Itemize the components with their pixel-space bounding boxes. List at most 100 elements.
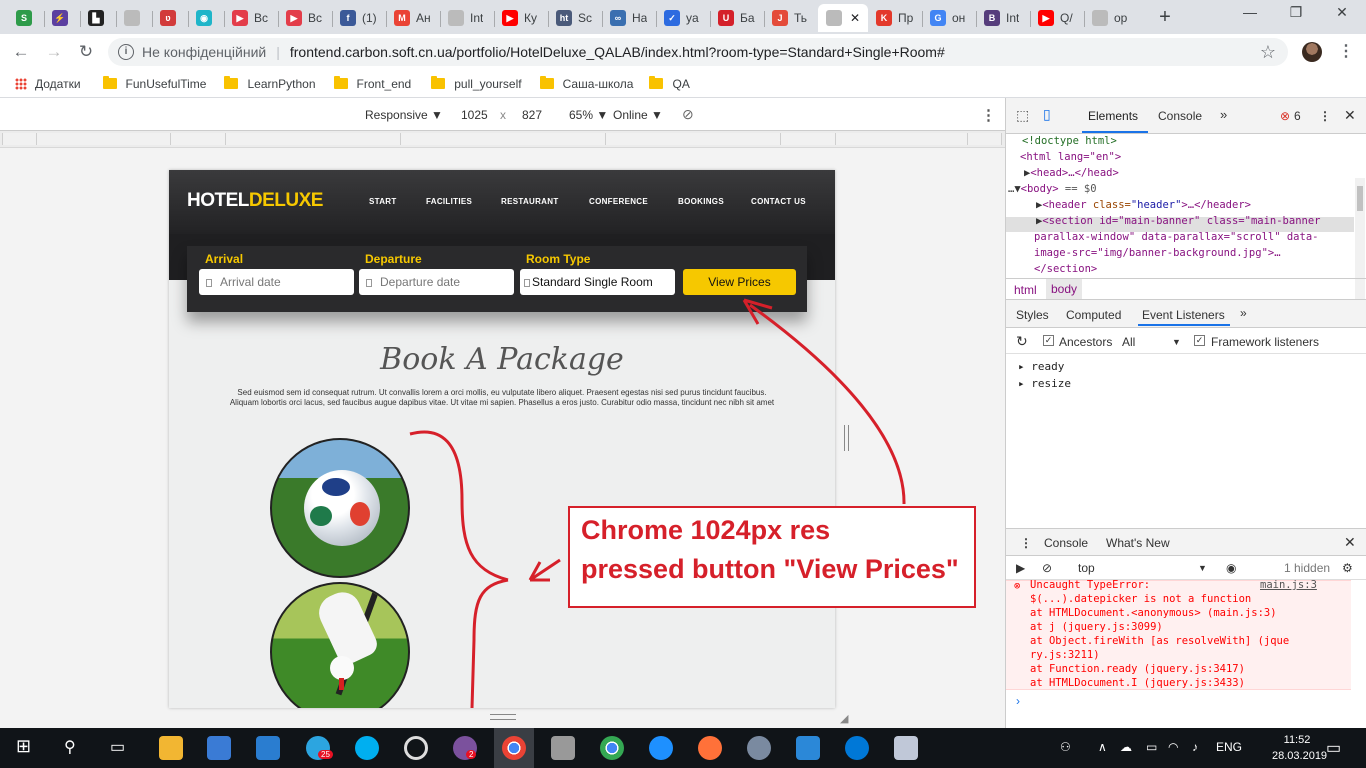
chevron-down-icon[interactable]: ▼ xyxy=(1172,337,1181,347)
console-settings-icon[interactable]: ⚙ xyxy=(1342,561,1353,575)
tab-elements[interactable]: Elements xyxy=(1088,109,1138,123)
doctype-node[interactable]: <!doctype html> xyxy=(1022,133,1117,149)
site-info-icon[interactable]: i xyxy=(118,44,134,60)
viewport-width-input[interactable]: 1025 xyxy=(461,108,488,122)
tray-expand-icon[interactable]: ∧ xyxy=(1098,740,1107,754)
browser-tab[interactable]: J Ть xyxy=(764,4,818,32)
more-sidebar-tabs-icon[interactable]: » xyxy=(1240,306,1247,320)
minimize-button[interactable]: — xyxy=(1230,4,1270,26)
golf-package-image[interactable] xyxy=(270,582,410,708)
clear-console-icon[interactable]: ⊘ xyxy=(1042,561,1052,575)
bookmark-folder[interactable]: Саша-школа xyxy=(539,76,633,91)
crumb-body[interactable]: body xyxy=(1046,279,1083,299)
room-type-select[interactable]: Standard Single Room xyxy=(520,269,675,295)
listener-ready[interactable]: ▸ ready xyxy=(1018,360,1064,373)
notifications-icon[interactable]: ▭ xyxy=(1326,738,1341,758)
viewport-bottom-resize-handle[interactable] xyxy=(490,714,516,720)
zoom-select[interactable]: 65% ▼ xyxy=(569,108,608,122)
bookmark-folder[interactable]: QA xyxy=(649,76,690,91)
store-icon[interactable] xyxy=(207,736,231,760)
browser-tab[interactable]: Gон xyxy=(922,4,976,32)
chevron-down-icon[interactable]: ▼ xyxy=(1198,563,1207,573)
viewport-right-resize-handle[interactable] xyxy=(844,425,849,451)
browser-tab[interactable]: ⚡ xyxy=(44,4,80,32)
reload-button[interactable]: ↻ xyxy=(75,41,97,63)
language-indicator[interactable]: ENG xyxy=(1216,740,1242,754)
forward-button[interactable]: → xyxy=(43,41,65,63)
crumb-html[interactable]: html xyxy=(1014,283,1037,297)
browser-tab[interactable]: ◉ xyxy=(188,4,224,32)
close-window-button[interactable]: ✕ xyxy=(1322,4,1362,26)
nav-start[interactable]: START xyxy=(369,197,397,206)
listener-resize[interactable]: ▸ resize xyxy=(1018,377,1071,390)
close-drawer-icon[interactable]: ✕ xyxy=(1344,534,1356,551)
start-windows-icon[interactable]: ⊞ xyxy=(16,736,31,757)
arrival-date-input[interactable]: Arrival date xyxy=(199,269,354,295)
sidebar-toggle-icon[interactable]: ▶ xyxy=(1016,561,1025,575)
battery-icon[interactable]: ▭ xyxy=(1146,740,1157,754)
task-view-icon[interactable]: ▭ xyxy=(110,737,125,757)
paint-icon[interactable] xyxy=(894,736,918,760)
device-mode-select[interactable]: Responsive ▼ xyxy=(365,108,443,122)
browser-tab[interactable]: M Ан xyxy=(386,4,440,32)
bookmark-folder[interactable]: Front_end xyxy=(333,76,411,91)
error-badge-icon[interactable]: ⊗ xyxy=(1280,109,1290,123)
browser-tab[interactable]: U Ба xyxy=(710,4,764,32)
network-throttle-select[interactable]: Online ▼ xyxy=(613,108,663,122)
header-node[interactable]: ▶<header class="header">…</header> xyxy=(1036,197,1251,213)
browser-tab[interactable]: ✓ ya xyxy=(656,4,710,32)
bookmark-apps[interactable]: Додатки xyxy=(15,77,81,91)
nav-contact-us[interactable]: CONTACT US xyxy=(751,197,806,206)
site-logo[interactable]: HOTELDELUXE xyxy=(187,190,323,212)
browser-tab[interactable]: ▶ Ку xyxy=(494,4,548,32)
app-icon[interactable] xyxy=(551,736,575,760)
browser-tab[interactable]: ∞ На xyxy=(602,4,656,32)
close-tab-icon[interactable]: ✕ xyxy=(850,11,860,25)
maximize-button[interactable]: ❐ xyxy=(1276,4,1316,26)
device-more-icon[interactable]: ⋮ xyxy=(981,106,996,124)
browser-tab[interactable]: ▶ Вс xyxy=(278,4,332,32)
back-button[interactable]: ← xyxy=(10,41,32,63)
browser-tab[interactable]: f (1) xyxy=(332,4,386,32)
people-icon[interactable]: ⚇ xyxy=(1060,740,1071,754)
inspect-icon[interactable]: ⬚ xyxy=(1016,107,1029,124)
address-bar[interactable]: i Не конфіденційний | frontend.carbon.so… xyxy=(108,38,1288,66)
devtools-menu-icon[interactable]: ⋮ xyxy=(1319,109,1331,123)
drawer-tab-whats-new[interactable]: What's New xyxy=(1106,536,1170,550)
listener-scope-select[interactable]: All xyxy=(1122,335,1135,349)
eye-icon[interactable]: ◉ xyxy=(1226,561,1236,575)
chrome-menu-icon[interactable]: ⋮ xyxy=(1338,42,1354,62)
browser-tab[interactable]: ʋ xyxy=(152,4,188,32)
console-prompt[interactable]: › xyxy=(1016,694,1020,708)
nav-restaurant[interactable]: RESTAURANT xyxy=(501,197,559,206)
head-node[interactable]: ▶<head>…</head> xyxy=(1024,165,1119,181)
browser-tab[interactable]: Int xyxy=(440,4,494,32)
browser-tab[interactable]: ht Sc xyxy=(548,4,602,32)
chrome-icon[interactable] xyxy=(502,736,526,760)
more-tabs-icon[interactable]: » xyxy=(1220,107,1227,122)
close-devtools-icon[interactable]: ✕ xyxy=(1344,107,1356,124)
device-toggle-icon[interactable]: ▯ xyxy=(1043,106,1051,123)
new-tab-button[interactable]: + xyxy=(1154,7,1176,29)
error-source-link[interactable]: main.js:3 xyxy=(1260,578,1317,592)
section-node[interactable]: ▶<section id="main-banner" class="main-b… xyxy=(1036,213,1320,229)
clock[interactable]: 11:52 28.03.2019 xyxy=(1272,732,1327,764)
firefox-icon[interactable] xyxy=(698,736,722,760)
bookmark-star-icon[interactable]: ☆ xyxy=(1260,42,1276,63)
nav-bookings[interactable]: BOOKINGS xyxy=(678,197,724,206)
tab-computed[interactable]: Computed xyxy=(1066,308,1121,322)
edge-icon[interactable] xyxy=(845,736,869,760)
browser-tab[interactable]: S xyxy=(8,4,44,32)
browser-tab[interactable]: B Int xyxy=(976,4,1030,32)
viewport-height-input[interactable]: 827 xyxy=(522,108,542,122)
body-node[interactable]: …▼<body> == $0 xyxy=(1008,181,1097,197)
obs-icon[interactable] xyxy=(404,736,428,760)
search-icon[interactable]: ⚲ xyxy=(64,737,76,757)
bookmark-folder[interactable]: FunUsefulTime xyxy=(102,76,206,91)
tab-styles[interactable]: Styles xyxy=(1016,308,1049,322)
profile-avatar[interactable] xyxy=(1302,42,1322,62)
viewport-corner-resize-handle[interactable]: ◢ xyxy=(840,712,852,725)
browser-tab[interactable]: ▙ xyxy=(80,4,116,32)
nav-facilities[interactable]: FACILITIES xyxy=(426,197,472,206)
file-explorer-icon[interactable] xyxy=(159,736,183,760)
